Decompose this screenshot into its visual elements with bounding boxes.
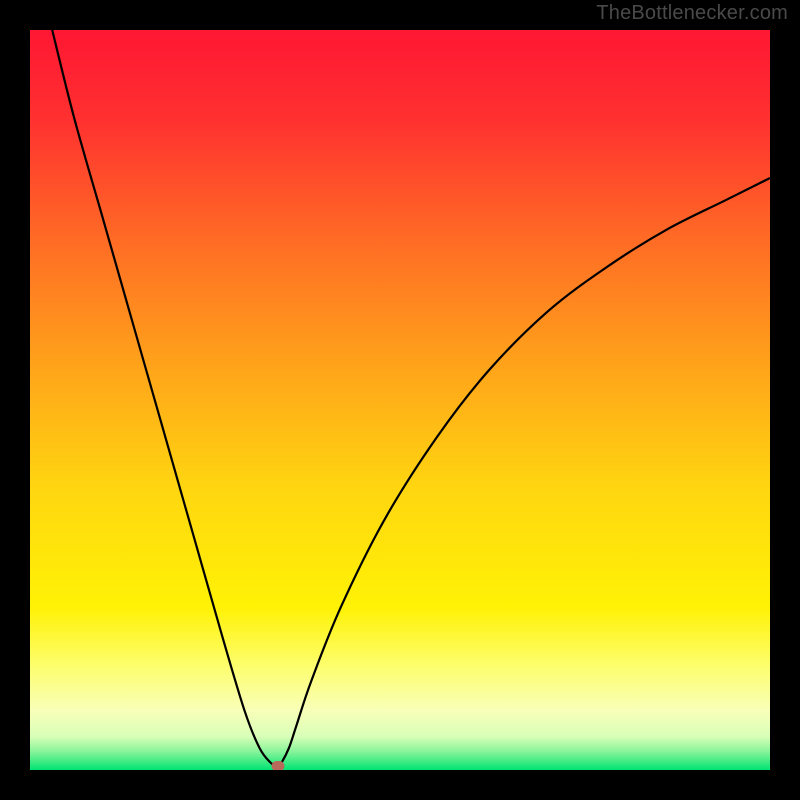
curve-layer	[30, 30, 770, 770]
chart-outer: TheBottlenecker.com	[0, 0, 800, 800]
optimal-marker	[271, 761, 284, 770]
watermark-text: TheBottlenecker.com	[596, 2, 788, 25]
plot-area	[30, 30, 770, 770]
bottleneck-curve	[52, 30, 770, 766]
